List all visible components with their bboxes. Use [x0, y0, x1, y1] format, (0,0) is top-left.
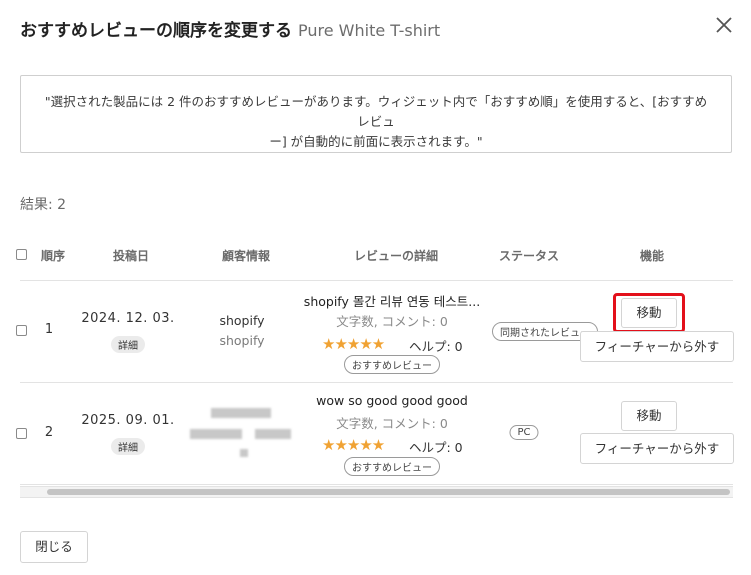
customer-sub: shopify — [219, 333, 265, 348]
row-date: 2025. 09. 01. — [81, 413, 175, 428]
status-badge: PC — [509, 425, 539, 440]
star-icon: ★★★★★ — [322, 436, 385, 454]
header-order: 順序 — [40, 249, 66, 263]
featured-tag: おすすめレビュー — [344, 355, 440, 374]
review-title[interactable]: wow so good good good — [316, 393, 468, 408]
product-name: Pure White T-shirt — [298, 21, 441, 40]
row-order: 1 — [44, 322, 54, 337]
close-button[interactable]: 閉じる — [20, 531, 88, 563]
header-date: 投稿日 — [112, 249, 150, 263]
dialog-title-text: おすすめレビューの順序を変更する — [20, 21, 292, 41]
horizontal-scrollbar[interactable] — [20, 486, 733, 498]
table-row: 2 2025. 09. 01. 詳細 wow so good good good… — [16, 383, 734, 485]
notice-line-2: ー] が自動的に前面に表示されます。" — [269, 134, 483, 149]
header-functions: 機能 — [639, 249, 665, 263]
detail-tag[interactable]: 詳細 — [111, 438, 145, 455]
row-date: 2024. 12. 03. — [81, 311, 175, 326]
star-icon: ★★★★★ — [322, 335, 385, 353]
notice-line-1: "選択された製品には 2 件のおすすめレビューがあります。ウィジェット内で「おす… — [44, 94, 708, 129]
review-title[interactable]: shopify 몰간 리뷰 연동 테스트... — [304, 291, 480, 310]
detail-tag[interactable]: 詳細 — [111, 336, 145, 353]
scrollbar-thumb[interactable] — [47, 489, 730, 495]
move-button[interactable]: 移動 — [621, 401, 677, 431]
header-customer: 顧客情報 — [221, 249, 271, 263]
notice-box: "選択された製品には 2 件のおすすめレビューがあります。ウィジェット内で「おす… — [20, 75, 732, 153]
row-checkbox[interactable] — [16, 428, 27, 439]
featured-tag: おすすめレビュー — [344, 457, 440, 476]
helpful-count: ヘルプ: 0 — [409, 339, 463, 354]
dialog-title: おすすめレビューの順序を変更する Pure White T-shirt — [20, 16, 440, 41]
close-icon[interactable] — [713, 14, 735, 36]
helpful-count: ヘルプ: 0 — [409, 440, 463, 455]
unfeature-button[interactable]: フィーチャーから外す — [580, 331, 734, 362]
header-review-details: レビューの詳細 — [353, 249, 439, 263]
unfeature-button[interactable]: フィーチャーから外す — [580, 433, 734, 464]
row-checkbox[interactable] — [16, 325, 27, 336]
move-button-highlight — [613, 293, 685, 333]
table-row: 1 2024. 12. 03. 詳細 shopify shopify shopi… — [16, 281, 734, 383]
table-header: 順序 投稿日 顧客情報 レビューの詳細 ステータス 機能 — [16, 230, 733, 281]
customer-name: shopify — [219, 313, 265, 328]
results-count: 結果: 2 — [20, 197, 67, 213]
select-all-checkbox[interactable] — [16, 249, 27, 260]
header-status: ステータス — [498, 249, 560, 263]
row-order: 2 — [44, 425, 54, 440]
review-meta: 文字数, コメント: 0 — [336, 314, 448, 329]
review-meta: 文字数, コメント: 0 — [336, 416, 448, 431]
